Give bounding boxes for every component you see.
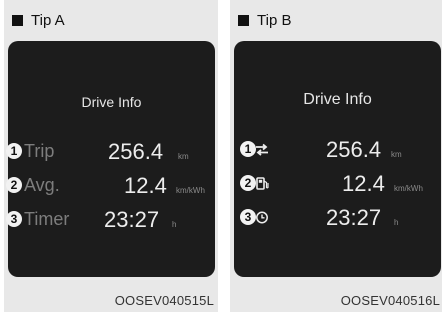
row-value: 12.4: [124, 173, 167, 198]
trip-row: 1 Trip 256.4 km: [6, 137, 215, 167]
row-value: 23:27: [104, 207, 160, 232]
row-unit: km: [178, 152, 189, 161]
figure-code: OOSEV040516L: [340, 293, 440, 308]
row-unit: h: [172, 220, 177, 229]
number-badge: 3: [240, 209, 256, 225]
black-square-icon: [238, 14, 249, 26]
screen-title: Drive Info: [303, 91, 372, 108]
row-value: 12.4: [342, 171, 385, 196]
panel-tip-a: Tip A Drive Info 1 Trip 256.4 km 2 Avg. …: [4, 0, 218, 312]
row-label: Avg.: [24, 175, 60, 195]
average-row: 2 Avg. 12.4 km/kWh: [6, 171, 215, 201]
number-badge: 1: [6, 143, 22, 159]
number-badge: 1: [240, 141, 256, 157]
trip-arrows-icon: [256, 143, 268, 156]
number-badge: 2: [6, 177, 22, 193]
number-badge: 2: [240, 175, 256, 191]
panel-header: Tip A: [12, 9, 65, 31]
clock-icon: [256, 211, 268, 224]
display-screen: Drive Info 1 Trip 256.4 km 2 Avg. 12.4 k…: [6, 41, 215, 277]
row-label: Trip: [24, 141, 55, 161]
panel-tip-b: Tip B Drive Info 1 256.4 km 2 12.4 km/kW…: [230, 0, 442, 312]
trip-row: 1 256.4 km: [234, 135, 441, 165]
row-value: 256.4: [326, 137, 382, 162]
row-unit: km: [391, 150, 402, 159]
panel-title: Tip B: [257, 11, 292, 29]
timer-row: 3 23:27 h: [234, 203, 441, 233]
figure-code: OOSEV040515L: [114, 293, 214, 308]
timer-row: 3 Timer 23:27 h: [6, 205, 215, 235]
panel-title: Tip A: [31, 11, 65, 29]
average-row: 2 12.4 km/kWh: [234, 169, 441, 199]
display-screen: Drive Info 1 256.4 km 2 12.4 km/kWh 3 23…: [234, 41, 441, 277]
row-unit: h: [394, 218, 399, 227]
panel-header: Tip B: [238, 9, 291, 31]
row-unit: km/kWh: [176, 186, 205, 195]
row-value: 256.4: [108, 139, 164, 164]
screen-title: Drive Info: [81, 94, 142, 110]
black-square-icon: [12, 14, 23, 26]
row-unit: km/kWh: [394, 184, 423, 193]
row-value: 23:27: [326, 205, 382, 230]
row-label: Timer: [24, 209, 70, 229]
number-badge: 3: [6, 211, 22, 227]
fuel-pump-icon: [256, 177, 269, 190]
